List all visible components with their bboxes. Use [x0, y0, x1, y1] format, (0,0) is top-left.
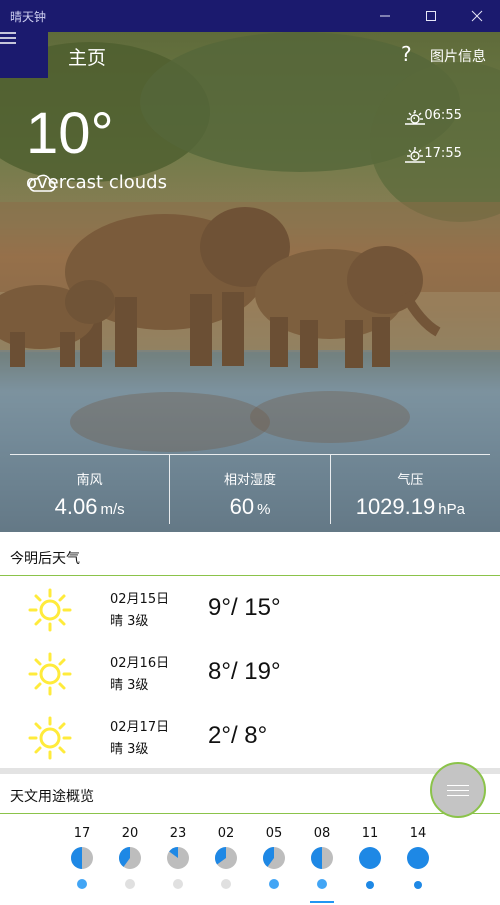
seeing-indicator-dot	[366, 881, 374, 889]
cloud-cover-pie	[215, 847, 237, 869]
cloud-cover-pie	[119, 847, 141, 869]
pressure-unit: hPa	[438, 501, 465, 518]
cloud-cover-pie	[263, 847, 285, 869]
seeing-indicator-dot	[173, 879, 183, 889]
hour-label: 14	[409, 826, 427, 841]
hamburger-menu-button[interactable]	[0, 32, 48, 78]
sun-icon	[28, 716, 72, 760]
forecast-range: 2°/ 8°	[208, 722, 268, 749]
scroll-indicator	[310, 901, 334, 903]
hour-column: 11	[350, 826, 390, 889]
wind-stat: 南风 4.06 m/s	[10, 455, 169, 524]
hour-label: 23	[169, 826, 187, 841]
forecast-title: 今明后天气	[10, 551, 80, 567]
background-photo: 主页 ? 图片信息 10° overcast clouds : 06:55: …	[0, 32, 500, 532]
seeing-indicator-dot	[77, 879, 87, 889]
forecast-range: 9°/ 15°	[208, 594, 281, 621]
sun-icon	[28, 588, 72, 632]
hour-label: 20	[121, 826, 139, 841]
sunset-time: 17:55	[424, 146, 462, 161]
forecast-row: 02月15日 晴 3级 9°/ 15°	[0, 578, 500, 642]
humidity-unit: %	[257, 501, 271, 518]
seeing-indicator-dot	[414, 881, 422, 889]
minimize-icon[interactable]	[362, 0, 408, 32]
hour-column: 14	[398, 826, 438, 889]
seeing-indicator-dot	[269, 879, 279, 889]
cloud-icon	[28, 174, 56, 192]
sunset-icon	[405, 147, 425, 163]
current-condition: overcast clouds	[26, 172, 167, 193]
window-titlebar: 晴天钟	[0, 0, 500, 32]
forecast-row: 02月16日 晴 3级 8°/ 19°	[0, 642, 500, 706]
cloud-cover-pie	[71, 847, 93, 869]
cloud-cover-pie	[311, 847, 333, 869]
hour-column: 23	[158, 826, 198, 889]
hour-column: 20	[110, 826, 150, 889]
forecast-desc: 晴 3级	[110, 614, 149, 629]
hamburger-icon	[0, 32, 16, 44]
hour-column: 05	[254, 826, 294, 889]
pressure-value: 1029.19	[355, 494, 436, 519]
sunrise-icon	[405, 110, 425, 125]
astronomy-header: 天文用途概览	[0, 774, 500, 814]
forecast-date: 02月17日	[110, 720, 170, 735]
hour-column: 02	[206, 826, 246, 889]
menu-fab-button[interactable]	[430, 762, 486, 818]
hour-label: 17	[73, 826, 91, 841]
forecast-desc: 晴 3级	[110, 678, 149, 693]
seeing-indicator-dot	[125, 879, 135, 889]
hour-label: 02	[217, 826, 235, 841]
forecast-date: 02月16日	[110, 656, 170, 671]
hour-column: 17	[62, 826, 102, 889]
cloud-cover-pie	[407, 847, 429, 869]
seeing-indicator-dot	[221, 879, 231, 889]
forecast-date: 02月15日	[110, 592, 170, 607]
sunrise-time: 06:55	[424, 108, 462, 123]
pressure-stat: 气压 1029.19 hPa	[329, 455, 490, 524]
hour-label: 11	[361, 826, 379, 841]
forecast-desc: 晴 3级	[110, 742, 149, 757]
astronomy-title: 天文用途概览	[10, 789, 94, 805]
weather-stats: 南风 4.06 m/s 相对湿度 60% 气压 1029.19 hPa	[10, 454, 490, 524]
wind-unit: m/s	[100, 501, 125, 518]
seeing-indicator-dot	[317, 879, 327, 889]
humidity-label: 相对湿度	[223, 473, 276, 488]
sunset-row: : 17:55	[404, 146, 462, 163]
wind-label: 南风	[76, 473, 103, 488]
wind-value: 4.06	[54, 494, 98, 519]
forecast-range: 8°/ 19°	[208, 658, 281, 685]
maximize-icon[interactable]	[408, 0, 454, 32]
image-info-button[interactable]: 图片信息	[430, 46, 486, 66]
current-temperature: 10°	[26, 101, 114, 166]
sunrise-row: : 06:55	[404, 108, 462, 125]
humidity-value: 60	[229, 494, 255, 519]
hour-label: 08	[313, 826, 331, 841]
cloud-cover-pie	[359, 847, 381, 869]
menu-icon	[447, 781, 469, 800]
close-icon[interactable]	[454, 0, 500, 32]
forecast-header: 今明后天气	[0, 536, 500, 576]
hour-column: 08	[302, 826, 342, 889]
hour-label: 05	[265, 826, 283, 841]
pressure-label: 气压	[397, 473, 424, 488]
humidity-stat: 相对湿度 60%	[169, 455, 329, 524]
window-title: 晴天钟	[10, 10, 47, 24]
cloud-cover-pie	[167, 847, 189, 869]
forecast-row: 02月17日 晴 3级 2°/ 8°	[0, 706, 500, 770]
page-title: 主页	[68, 47, 107, 69]
help-icon[interactable]: ?	[401, 42, 412, 66]
sun-icon	[28, 652, 72, 696]
